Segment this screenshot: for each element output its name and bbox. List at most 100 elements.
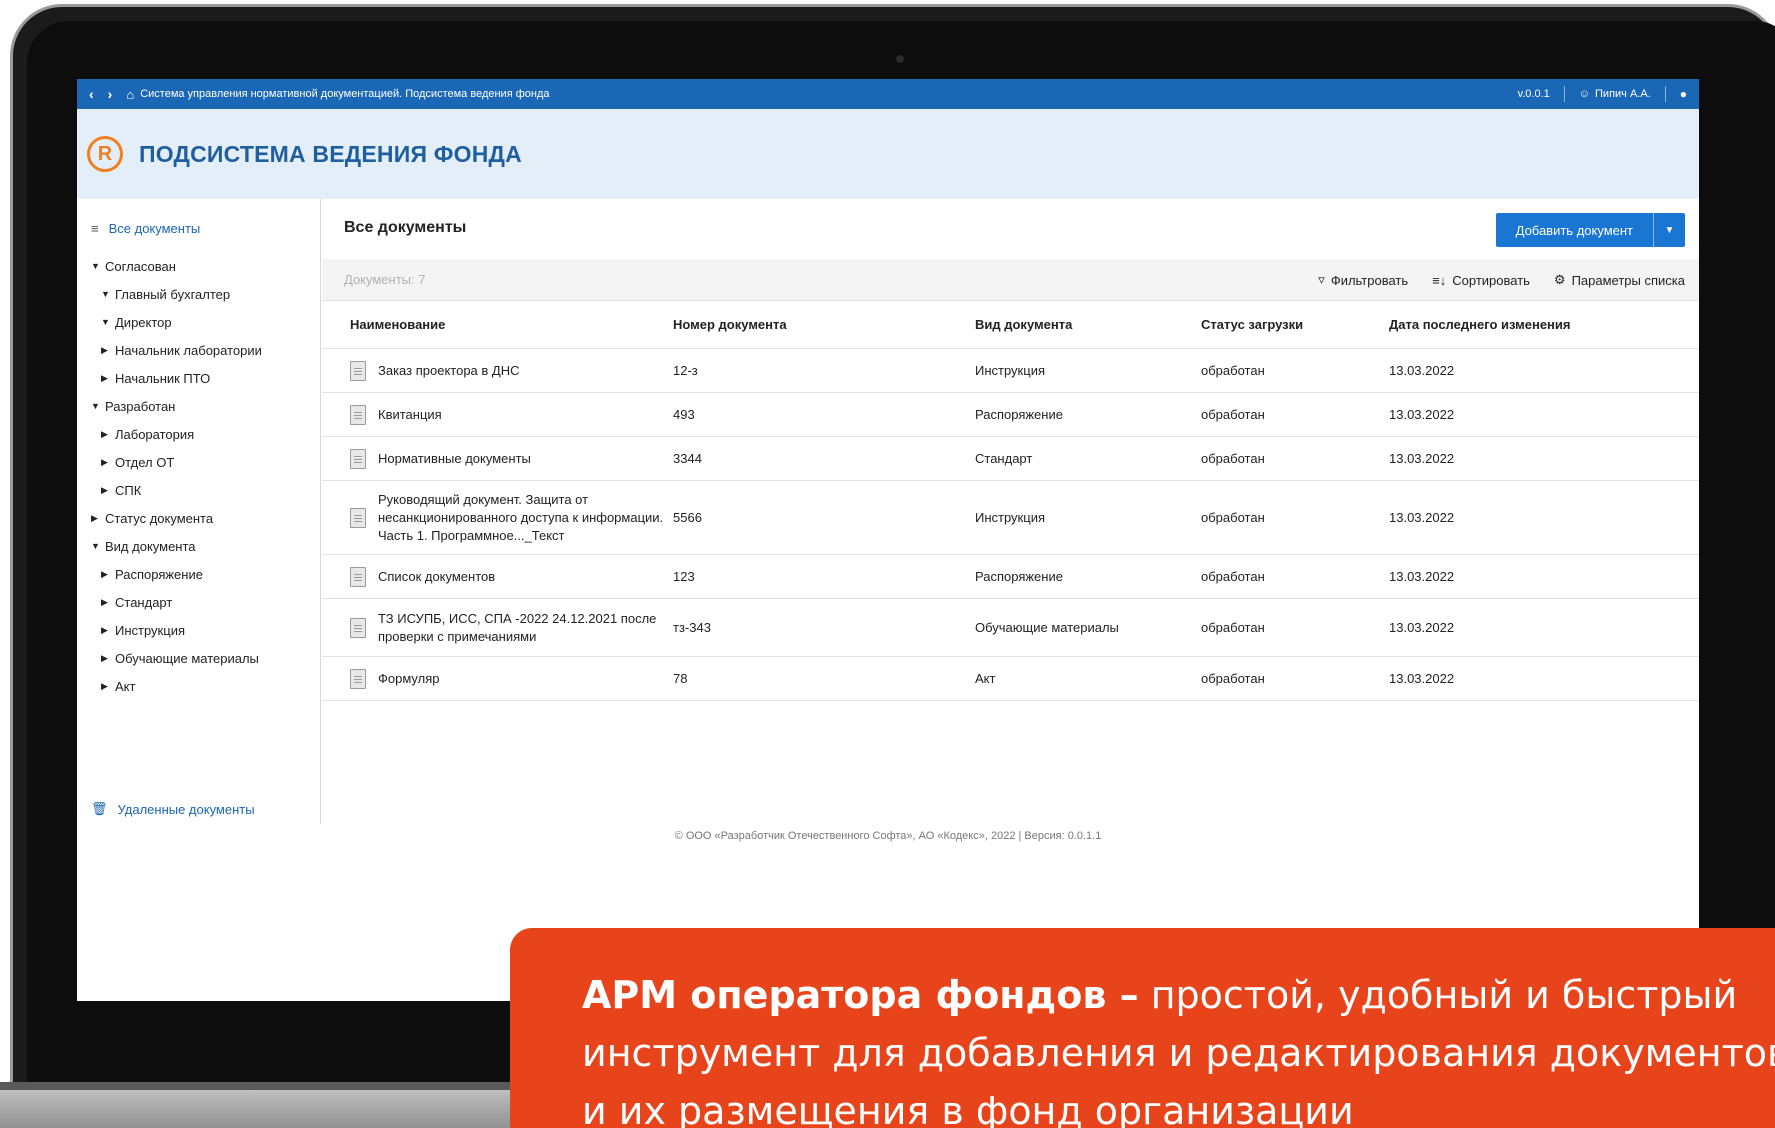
sidebar-tree-item[interactable]: ▶ Акт bbox=[91, 672, 262, 700]
sidebar-tree-item[interactable]: ▼ Главный бухгалтер bbox=[91, 280, 262, 308]
sidebar-tree-item[interactable]: ▶ Начальник ПТО bbox=[91, 364, 262, 392]
column-header-date[interactable]: Дата последнего изменения bbox=[1389, 317, 1689, 332]
cell-number: 12-з bbox=[673, 363, 698, 378]
sidebar-item-all-docs[interactable]: ≡ Все документы bbox=[91, 221, 200, 236]
caret-right-icon[interactable]: ▶ bbox=[101, 653, 109, 664]
sidebar-tree-item[interactable]: ▼ Вид документа bbox=[91, 532, 262, 560]
table-row[interactable]: Формуляр 78 Акт обработан 13.03.2022 bbox=[322, 657, 1699, 701]
document-name[interactable]: Список документов bbox=[378, 568, 495, 586]
home-icon[interactable]: ⌂ bbox=[126, 87, 134, 102]
sort-label: Сортировать bbox=[1452, 272, 1530, 288]
filter-label: Фильтровать bbox=[1330, 272, 1409, 288]
cell-name[interactable]: ТЗ ИСУПБ, ИСС, СПА -2022 24.12.2021 посл… bbox=[322, 610, 669, 646]
sidebar-tree-item[interactable]: ▶ Начальник лаборатории bbox=[91, 336, 262, 364]
trash-icon: 🗑 bbox=[91, 801, 108, 816]
sidebar-tree-item[interactable]: ▼ Разработан bbox=[91, 392, 262, 420]
cell-status: обработан bbox=[1201, 671, 1265, 686]
cell-name[interactable]: Нормативные документы bbox=[322, 448, 669, 469]
cell-type: Стандарт bbox=[975, 451, 1033, 466]
caret-right-icon[interactable]: ▶ bbox=[101, 597, 109, 608]
list-params-label: Параметры списка bbox=[1571, 272, 1685, 288]
caret-right-icon[interactable]: ▶ bbox=[101, 373, 109, 384]
sidebar-tree-item[interactable]: ▶ Распоряжение bbox=[91, 560, 262, 588]
document-name[interactable]: ТЗ ИСУПБ, ИСС, СПА -2022 24.12.2021 посл… bbox=[378, 610, 669, 646]
sidebar-tree-item[interactable]: ▶ Отдел ОТ bbox=[91, 448, 262, 476]
sidebar-tree-item[interactable]: ▼ Согласован bbox=[91, 252, 262, 280]
add-document-label[interactable]: Добавить документ bbox=[1496, 213, 1653, 247]
cell-type: Акт bbox=[975, 671, 996, 686]
sidebar-tree-item[interactable]: ▶ Лаборатория bbox=[91, 420, 262, 448]
caret-right-icon[interactable]: ▶ bbox=[101, 625, 109, 636]
sidebar-tree-label: Разработан bbox=[105, 398, 176, 414]
caret-down-icon[interactable]: ▼ bbox=[101, 289, 110, 299]
banner-line-3: и их размещения в фонд организации bbox=[582, 1089, 1354, 1128]
caret-down-icon[interactable]: ▼ bbox=[91, 541, 100, 551]
chat-help-icon[interactable]: ● bbox=[1680, 87, 1687, 101]
cell-name[interactable]: Заказ проектора в ДНС bbox=[322, 360, 669, 381]
document-name[interactable]: Формуляр bbox=[378, 670, 440, 688]
caret-right-icon[interactable]: ▶ bbox=[101, 345, 109, 356]
document-name[interactable]: Нормативные документы bbox=[378, 450, 531, 468]
camera-icon bbox=[896, 55, 904, 63]
sidebar-tree-item[interactable]: ▼ Директор bbox=[91, 308, 262, 336]
sidebar-tree-label: Начальник лаборатории bbox=[115, 342, 262, 358]
system-title[interactable]: Система управления нормативной документа… bbox=[140, 88, 549, 100]
banner-line-2: инструмент для добавления и редактирован… bbox=[582, 1031, 1775, 1075]
cell-status: обработан bbox=[1201, 363, 1265, 378]
cell-name[interactable]: Руководящий документ. Защита от несанкци… bbox=[322, 491, 669, 545]
table-row[interactable]: Квитанция 493 Распоряжение обработан 13.03.2… bbox=[322, 393, 1699, 437]
caret-right-icon[interactable]: ▶ bbox=[101, 681, 109, 692]
add-document-button[interactable]: Добавить документ ▼ bbox=[1495, 213, 1685, 247]
app-screen: ‹ › ⌂ Система управления нормативной док… bbox=[77, 79, 1699, 1001]
caret-right-icon[interactable]: ▶ bbox=[101, 569, 109, 580]
user-menu[interactable]: ☺ Пипич А.А. bbox=[1579, 88, 1651, 100]
caret-down-icon[interactable]: ▼ bbox=[91, 401, 100, 411]
chevron-right-icon[interactable]: › bbox=[108, 86, 113, 102]
version-label: v.0.0.1 bbox=[1517, 88, 1550, 100]
sidebar-tree-item[interactable]: ▶ Статус документа bbox=[91, 504, 262, 532]
cell-number: тз-343 bbox=[673, 620, 711, 635]
sidebar-tree-item[interactable]: ▶ Инструкция bbox=[91, 616, 262, 644]
sidebar-tree-item[interactable]: ▶ Обучающие материалы bbox=[91, 644, 262, 672]
caret-down-icon[interactable]: ▼ bbox=[101, 317, 110, 327]
sidebar-tree-label: Вид документа bbox=[105, 538, 196, 554]
logo-icon: R bbox=[87, 136, 123, 172]
sidebar-tree-label: СПК bbox=[115, 482, 142, 498]
column-header-name[interactable]: Наименование bbox=[322, 317, 669, 332]
filter-button[interactable]: ▿ Фильтровать bbox=[1318, 272, 1408, 288]
sidebar-item-deleted-docs[interactable]: 🗑 Удаленные документы bbox=[91, 801, 255, 817]
cell-name[interactable]: Квитанция bbox=[322, 404, 669, 425]
chevron-left-icon[interactable]: ‹ bbox=[89, 86, 94, 102]
sidebar-tree-item[interactable]: ▶ Стандарт bbox=[91, 588, 262, 616]
gear-icon: ⚙ bbox=[1553, 272, 1566, 287]
table-row[interactable]: ТЗ ИСУПБ, ИСС, СПА -2022 24.12.2021 посл… bbox=[322, 599, 1699, 657]
sidebar-item-label: Удаленные документы bbox=[117, 801, 255, 817]
caret-down-icon[interactable]: ▼ bbox=[91, 261, 100, 271]
sidebar-item-label: Все документы bbox=[108, 221, 201, 236]
caret-right-icon[interactable]: ▶ bbox=[101, 485, 109, 496]
table-row[interactable]: Нормативные документы 3344 Стандарт обработ… bbox=[322, 437, 1699, 481]
sort-button[interactable]: ≡↓ Сортировать bbox=[1432, 273, 1530, 288]
table-row[interactable]: Руководящий документ. Защита от несанкци… bbox=[322, 481, 1699, 555]
document-name[interactable]: Заказ проектора в ДНС bbox=[378, 362, 519, 380]
list-params-button[interactable]: ⚙ Параметры списка bbox=[1554, 272, 1685, 288]
document-name[interactable]: Квитанция bbox=[378, 406, 442, 424]
sidebar-tree-item[interactable]: ▶ СПК bbox=[91, 476, 262, 504]
table-row[interactable]: Список документов 123 Распоряжение обработа… bbox=[322, 555, 1699, 599]
document-name[interactable]: Руководящий документ. Защита от несанкци… bbox=[378, 491, 669, 545]
table-row[interactable]: Заказ проектора в ДНС 12-з Инструкция обраб… bbox=[322, 349, 1699, 393]
column-header-number[interactable]: Номер документа bbox=[669, 317, 975, 332]
chevron-down-icon[interactable]: ▼ bbox=[1653, 213, 1685, 247]
section-title: Все документы bbox=[344, 219, 467, 236]
documents-table: Наименование Номер документа Вид докумен… bbox=[322, 301, 1699, 701]
column-header-status[interactable]: Статус загрузки bbox=[1201, 317, 1389, 332]
caret-right-icon[interactable]: ▶ bbox=[91, 513, 99, 524]
caret-right-icon[interactable]: ▶ bbox=[101, 429, 109, 440]
table-body: Заказ проектора в ДНС 12-з Инструкция обраб… bbox=[322, 349, 1699, 701]
sidebar-tree-label: Лаборатория bbox=[115, 426, 195, 442]
cell-name[interactable]: Список документов bbox=[322, 566, 669, 587]
cell-name[interactable]: Формуляр bbox=[322, 668, 669, 689]
app-header: R ПОДСИСТЕМА ВЕДЕНИЯ ФОНДА bbox=[77, 109, 1699, 199]
column-header-type[interactable]: Вид документа bbox=[975, 317, 1201, 332]
caret-right-icon[interactable]: ▶ bbox=[101, 457, 109, 468]
